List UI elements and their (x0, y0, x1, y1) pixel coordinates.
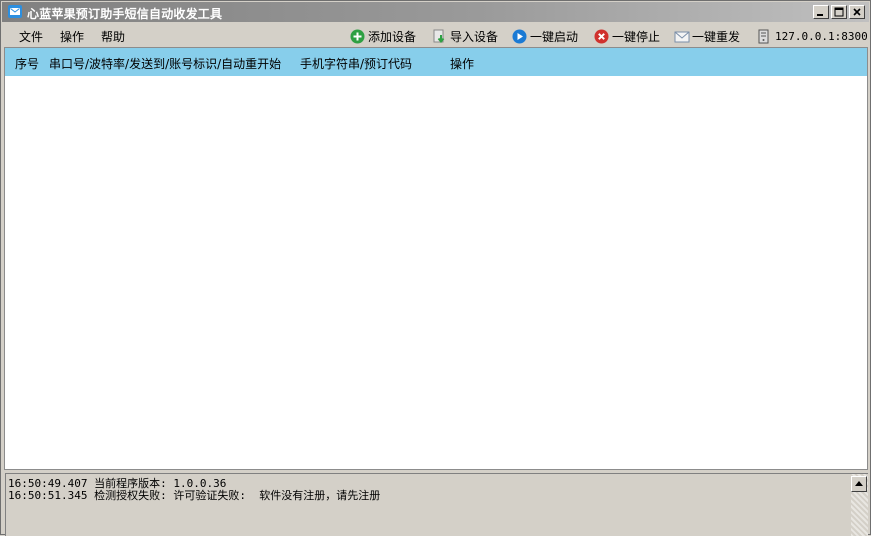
list-header: 序号 串口号/波特率/发送到/账号标识/自动重开始 手机字符串/预订代码 操作 (5, 48, 867, 76)
main-window: 心蓝苹果预订助手短信自动收发工具 文件 操作 帮助 添加设备 导入设备 一键启动… (0, 0, 871, 536)
stop-all-button[interactable]: 一键停止 (594, 27, 660, 45)
log-scrollbar[interactable] (851, 474, 868, 536)
server-address: 127.0.0.1:8300 (775, 29, 868, 43)
device-list[interactable]: 序号 串口号/波特率/发送到/账号标识/自动重开始 手机字符串/预订代码 操作 (4, 47, 868, 470)
import-icon (432, 29, 447, 44)
import-device-button[interactable]: 导入设备 (432, 27, 498, 45)
window-title: 心蓝苹果预订助手短信自动收发工具 (27, 7, 223, 21)
play-icon (512, 29, 527, 44)
window-controls (813, 5, 865, 19)
menu-file[interactable]: 文件 (19, 28, 43, 45)
start-all-label: 一键启动 (530, 29, 579, 44)
log-line: 16:50:51.345 检测授权失败: 许可验证失败: 软件没有注册，请先注册 (8, 489, 381, 502)
menu-help[interactable]: 帮助 (101, 28, 125, 45)
maximize-button[interactable] (831, 5, 847, 19)
add-device-button[interactable]: 添加设备 (350, 27, 416, 45)
minimize-button[interactable] (813, 5, 829, 19)
resend-all-button[interactable]: 一键重发 (674, 27, 740, 45)
column-header-index[interactable]: 序号 (15, 55, 39, 72)
server-address-button[interactable]: 127.0.0.1:8300 (757, 27, 868, 45)
envelope-icon (8, 5, 22, 18)
menu-bar: 文件 操作 帮助 添加设备 导入设备 一键启动 一键停止 一键重发 127.0.… (2, 23, 869, 47)
stop-all-label: 一键停止 (612, 29, 661, 44)
start-all-button[interactable]: 一键启动 (512, 27, 578, 45)
title-bar[interactable]: 心蓝苹果预订助手短信自动收发工具 (2, 2, 869, 22)
log-panel[interactable]: 16:50:49.407 当前程序版本: 1.0.0.36 16:50:51.3… (5, 473, 868, 536)
stop-icon (594, 29, 609, 44)
arrow-up-icon (855, 481, 863, 486)
add-device-label: 添加设备 (368, 29, 417, 44)
import-device-label: 导入设备 (450, 29, 499, 44)
close-button[interactable] (849, 5, 865, 19)
column-header-port-config[interactable]: 串口号/波特率/发送到/账号标识/自动重开始 (49, 55, 281, 72)
mail-icon (674, 29, 690, 44)
column-header-phone-code[interactable]: 手机字符串/预订代码 (300, 55, 412, 72)
menu-operation[interactable]: 操作 (60, 28, 84, 45)
plus-circle-icon (350, 29, 365, 44)
server-icon (757, 29, 772, 44)
column-header-actions[interactable]: 操作 (450, 55, 474, 72)
scroll-up-button[interactable] (851, 476, 867, 492)
resend-all-label: 一键重发 (692, 29, 741, 44)
